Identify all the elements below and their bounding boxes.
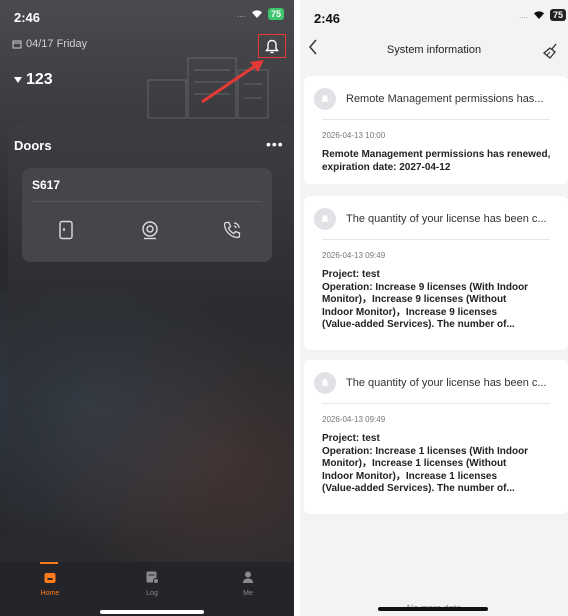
- message-subject: The quantity of your license has been c.…: [346, 213, 547, 225]
- tab-log[interactable]: Log: [122, 568, 182, 597]
- message-body-line: Project: test: [322, 433, 380, 444]
- signal-icon: ....: [519, 10, 528, 20]
- signal-icon: ....: [237, 9, 246, 19]
- message-body-line: (Value-added Services). The number of...: [322, 319, 515, 330]
- message-body-line: (Value-added Services). The number of...: [322, 483, 515, 494]
- status-icons: .... 75: [519, 9, 566, 21]
- message-divider: [322, 119, 550, 120]
- message-body-line: Monitor)，Increase 1 licenses (Without: [322, 458, 507, 469]
- message-body-line: Operation: Increase 1 licenses (With Ind…: [322, 445, 529, 457]
- message-card[interactable]: The quantity of your license has been c.…: [304, 360, 568, 514]
- home-indicator: [100, 610, 204, 614]
- message-body-line: Operation: Increase 9 licenses (With Ind…: [322, 281, 529, 293]
- date-row: 04/17 Friday: [12, 38, 87, 50]
- person-icon: [243, 571, 253, 583]
- page-title: System information: [386, 44, 482, 56]
- nav-header: System information: [300, 36, 568, 68]
- message-bell-icon: [314, 208, 336, 230]
- message-bell-icon: [314, 372, 336, 394]
- tab-me-label: Me: [243, 590, 253, 597]
- broom-icon: [542, 43, 557, 59]
- unlock-door-button[interactable]: [54, 218, 78, 242]
- message-body: Project: test Operation: Increase 1 lice…: [322, 433, 556, 496]
- left-phone-screen: 2:46 .... 75 04/17 Friday 123 Doors ••• …: [0, 0, 294, 616]
- message-bell-icon: [314, 88, 336, 110]
- message-body-line: Indoor Monitor)，Increase 9 licenses: [322, 306, 498, 318]
- door-icon: [59, 220, 73, 240]
- red-arrow-annotation: [201, 60, 264, 104]
- message-body-line: Project: test: [322, 269, 380, 280]
- camera-button[interactable]: [138, 218, 162, 242]
- message-time: 2026-04-13 09:49: [322, 415, 386, 424]
- doors-title: Doors: [14, 138, 52, 153]
- door-card-divider: [32, 201, 262, 202]
- message-body-line: Monitor)，Increase 9 licenses (Without: [322, 294, 507, 305]
- more-options-button[interactable]: •••: [266, 136, 284, 152]
- bell-icon: [265, 39, 279, 53]
- battery-icon: 75: [549, 9, 566, 21]
- calendar-icon: [12, 40, 22, 49]
- tab-home[interactable]: Home: [20, 568, 80, 597]
- status-icons: .... 75: [237, 8, 284, 20]
- message-body: Project: test Operation: Increase 9 lice…: [322, 269, 556, 332]
- message-time: 2026-04-13 09:49: [322, 251, 386, 260]
- message-card[interactable]: The quantity of your license has been c.…: [304, 196, 568, 350]
- status-time: 2:46: [14, 10, 41, 25]
- home-icon: [44, 573, 56, 583]
- message-time: 2026-04-13 10:00: [322, 131, 386, 140]
- phone-call-icon: [223, 221, 241, 239]
- clear-all-button[interactable]: [542, 42, 560, 60]
- message-card[interactable]: Remote Management permissions has... 202…: [304, 76, 568, 184]
- door-name: S617: [32, 178, 61, 192]
- site-selector[interactable]: 123: [14, 71, 53, 89]
- message-header: The quantity of your license has been c.…: [314, 370, 560, 396]
- wifi-icon: [251, 10, 262, 18]
- status-time: 2:46: [314, 11, 341, 26]
- message-header: Remote Management permissions has...: [314, 86, 560, 112]
- tab-me[interactable]: Me: [218, 568, 278, 597]
- message-body-line: Indoor Monitor)，Increase 1 licenses: [322, 470, 498, 482]
- call-button[interactable]: [220, 218, 244, 242]
- caret-down-icon: [14, 77, 22, 83]
- wifi-icon: [533, 11, 544, 19]
- message-subject: The quantity of your license has been c.…: [346, 377, 547, 389]
- battery-icon: 75: [267, 8, 284, 20]
- log-icon: [146, 571, 159, 584]
- message-subject: Remote Management permissions has...: [346, 93, 544, 105]
- notification-bell-button[interactable]: [258, 34, 286, 58]
- camera-icon: [142, 221, 158, 240]
- tab-log-label: Log: [146, 590, 158, 597]
- tab-home-label: Home: [40, 590, 60, 597]
- tab-active-indicator: [40, 562, 58, 564]
- door-card[interactable]: S617: [22, 168, 272, 262]
- message-divider: [322, 403, 550, 404]
- site-name: 123: [26, 71, 53, 88]
- message-header: The quantity of your license has been c.…: [314, 206, 560, 232]
- date-label: 04/17 Friday: [26, 38, 88, 50]
- right-phone-screen: 2:46 .... 75 System information Remote M…: [300, 0, 568, 616]
- home-indicator: [378, 607, 488, 611]
- message-divider: [322, 239, 550, 240]
- message-body: Remote Management permissions has renewe…: [322, 149, 551, 173]
